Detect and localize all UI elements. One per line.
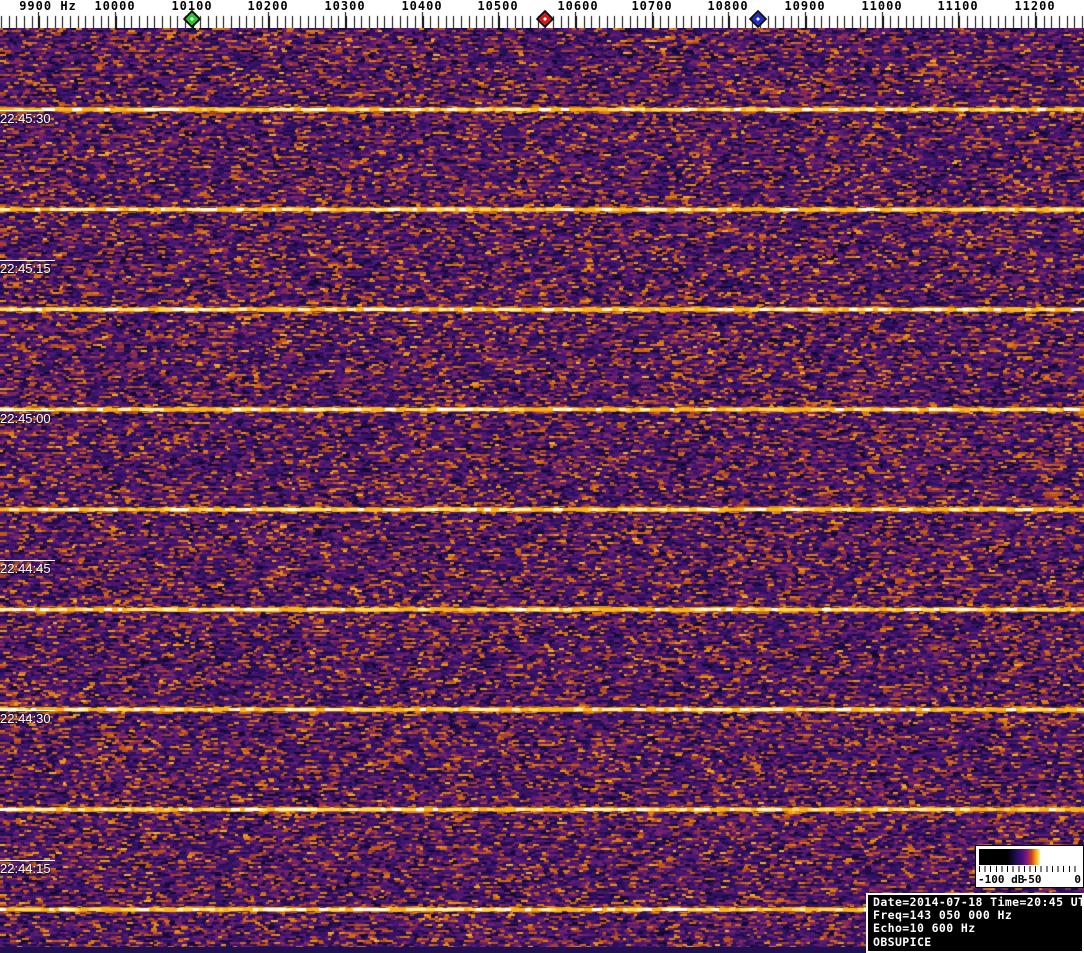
frequency-ruler: 9900 Hz 10000 10100 10200 10300 10400 10500 106… <box>0 0 1084 29</box>
freq-tick-label: 10500 <box>477 0 519 13</box>
colorscale-min-label: -100 dB <box>978 873 1025 886</box>
freq-tick-label: 11000 <box>861 0 903 13</box>
time-label: 22:44:30 <box>0 710 55 725</box>
colorscale-ticks <box>979 866 1080 872</box>
time-label: 22:45:30 <box>0 110 55 125</box>
info-box: Date=2014-07-18 Time=20:45 UTC Freq=143 … <box>866 893 1084 953</box>
colorscale-gradient-bar <box>979 849 1080 865</box>
time-label: 22:45:15 <box>0 260 55 275</box>
time-text: 22:44:15 <box>0 861 51 876</box>
freq-tick-label: 10700 <box>631 0 673 13</box>
time-label: 22:45:00 <box>0 410 55 425</box>
freq-tick-label: 10600 <box>557 0 599 13</box>
time-text: 22:44:30 <box>0 711 51 726</box>
colorscale-mid-label: -50 <box>1021 873 1042 886</box>
freq-tick-label: 10400 <box>401 0 443 13</box>
colorscale-max-label: 0 <box>1074 873 1081 886</box>
time-text: 22:45:00 <box>0 411 51 426</box>
freq-tick-label: 11200 <box>1014 0 1056 13</box>
time-label: 22:44:45 <box>0 560 55 575</box>
info-echo-line: Echo=10 600 Hz <box>873 921 976 936</box>
freq-tick-label: 10900 <box>784 0 826 13</box>
time-label: 22:44:15 <box>0 860 55 875</box>
freq-tick-label: 10000 <box>94 0 136 13</box>
colorscale-legend: -100 dB -50 0 <box>975 845 1084 888</box>
freq-tick-label: 10300 <box>324 0 366 13</box>
spectrogram-app: 9900 Hz 10000 10100 10200 10300 10400 10500 106… <box>0 0 1084 953</box>
freq-tick-label: 9900 Hz <box>19 0 77 13</box>
time-text: 22:44:45 <box>0 561 51 576</box>
info-observer-line: OBSUPICE <box>873 934 932 949</box>
freq-tick-label: 10200 <box>247 0 289 13</box>
time-text: 22:45:15 <box>0 261 51 276</box>
freq-tick-label: 10800 <box>707 0 749 13</box>
waterfall-display[interactable] <box>0 28 1084 947</box>
freq-tick-label: 11100 <box>937 0 979 13</box>
time-text: 22:45:30 <box>0 111 51 126</box>
